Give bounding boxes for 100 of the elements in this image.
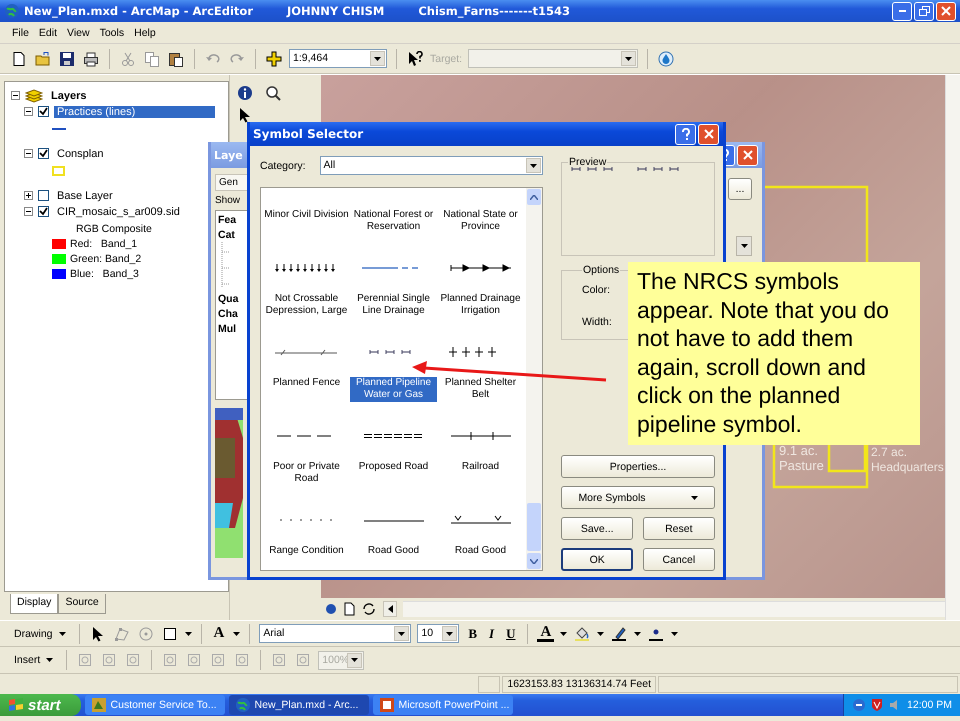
symbol-name[interactable]: Railroad: [460, 461, 500, 486]
refresh-icon[interactable]: [361, 601, 377, 617]
taskbar-button[interactable]: New_Plan.mxd - Arc...: [228, 695, 369, 715]
symbol-name[interactable]: Planned Drainage Irrigation: [437, 293, 524, 318]
dialog-button[interactable]: Save...: [561, 517, 634, 540]
list-heading: Cat: [218, 229, 236, 241]
checkbox[interactable]: [38, 148, 49, 159]
browse-button[interactable]: ...: [728, 178, 752, 200]
help-pointer-icon[interactable]: [407, 50, 423, 66]
menu-item[interactable]: Tools: [100, 26, 124, 38]
layer-name[interactable]: CIR_mosaic_s_ar009.sid: [54, 206, 183, 218]
info-icon[interactable]: [237, 85, 253, 101]
dialog-button[interactable]: More Symbols: [561, 486, 715, 509]
help-button[interactable]: [675, 124, 696, 144]
new-file-icon[interactable]: [11, 50, 27, 66]
collapse-icon[interactable]: [24, 149, 33, 158]
print-icon[interactable]: [83, 50, 99, 66]
symbol-name[interactable]: Road Good: [366, 545, 420, 570]
scroll-left-button[interactable]: [383, 601, 397, 617]
collapse-icon[interactable]: [24, 107, 33, 116]
symbol-name[interactable]: Poor or Private Road: [263, 461, 350, 486]
close-button[interactable]: [936, 2, 956, 20]
dialog-title: Laye: [214, 148, 243, 162]
paste-icon[interactable]: [168, 50, 184, 66]
fill-bucket-icon[interactable]: [574, 626, 590, 642]
dropdown-button[interactable]: [621, 51, 636, 66]
rectangle-icon[interactable]: [162, 626, 178, 642]
vertical-scrollbar[interactable]: [526, 188, 542, 570]
scale-combo[interactable]: 1:9,464: [289, 49, 387, 68]
scroll-down-button[interactable]: [527, 553, 541, 569]
caret-icon: [446, 632, 454, 636]
open-folder-icon[interactable]: [35, 50, 51, 66]
text-tool-button[interactable]: A: [210, 625, 228, 642]
checkbox[interactable]: [38, 190, 49, 201]
taskbar-button[interactable]: Microsoft PowerPoint ...: [372, 695, 513, 715]
close-button[interactable]: [698, 124, 719, 144]
horizontal-scrollbar[interactable]: [403, 601, 945, 617]
layer-name[interactable]: Consplan: [54, 148, 106, 160]
menu-item[interactable]: View: [67, 26, 90, 38]
symbol-name[interactable]: Road Good: [454, 545, 508, 570]
collapse-icon[interactable]: [11, 91, 20, 100]
symbol-name[interactable]: Proposed Road: [358, 461, 430, 486]
menu-item[interactable]: File: [12, 26, 29, 38]
symbol-name[interactable]: National State or Province: [437, 209, 524, 234]
scroll-thumb[interactable]: [527, 503, 541, 551]
dialog-button[interactable]: Cancel: [642, 548, 715, 571]
bold-button[interactable]: B: [465, 626, 480, 642]
dropdown-button[interactable]: [370, 51, 385, 66]
dropdown-button[interactable]: [394, 626, 410, 641]
globe-icon[interactable]: [325, 603, 337, 615]
minimize-button[interactable]: [892, 2, 912, 20]
menu-item[interactable]: Help: [134, 26, 156, 38]
dialog-button[interactable]: OK: [561, 548, 634, 571]
layer-name[interactable]: Practices (lines): [54, 106, 216, 118]
font-combo[interactable]: Arial: [259, 624, 412, 643]
drawing-menu-button[interactable]: Drawing: [10, 626, 70, 642]
menu-item[interactable]: Edit: [38, 26, 58, 38]
symbol-name[interactable]: Not Crossable Depression, Large: [263, 293, 350, 318]
checkbox[interactable]: [38, 106, 49, 117]
save-icon[interactable]: [59, 50, 75, 66]
symbol-name[interactable]: Minor Civil Division: [263, 209, 350, 234]
symbol-name[interactable]: Planned Pipeline Water or Gas: [350, 377, 437, 402]
network-icon[interactable]: [852, 698, 866, 712]
dialog-button[interactable]: Properties...: [561, 455, 715, 478]
dropdown-button[interactable]: [526, 158, 541, 173]
italic-button[interactable]: I: [486, 626, 498, 642]
add-data-icon[interactable]: [266, 50, 282, 66]
page-icon[interactable]: [343, 602, 355, 616]
insert-menu-button[interactable]: Insert: [10, 652, 58, 668]
layer-group-name[interactable]: Layers: [48, 90, 90, 102]
map-label: 2.7 ac. Headquarters: [871, 445, 944, 475]
collapse-icon[interactable]: [24, 207, 33, 216]
category-combo[interactable]: All: [320, 156, 543, 175]
font-size-combo[interactable]: 10: [417, 624, 460, 643]
symbol-name[interactable]: Planned Shelter Belt: [437, 377, 524, 402]
tab[interactable]: Display: [10, 594, 58, 614]
vertical-scrollbar[interactable]: [945, 75, 960, 620]
expand-icon[interactable]: [24, 191, 33, 200]
symbol-name[interactable]: Perennial Single Line Drainage: [350, 293, 437, 318]
dialog-button[interactable]: Reset: [642, 517, 715, 540]
checkbox[interactable]: [38, 206, 49, 217]
underline-button[interactable]: U: [503, 626, 518, 642]
font-color-button[interactable]: A: [537, 626, 554, 642]
zoom-in-icon[interactable]: [265, 85, 281, 101]
dropdown-button[interactable]: [736, 236, 752, 256]
symbol-name[interactable]: National Forest or Reservation: [350, 209, 437, 234]
coordinates-readout: 1623153.83 13136314.74 Feet: [502, 676, 656, 692]
symbol-name[interactable]: Planned Fence: [272, 377, 342, 402]
pen-icon[interactable]: [611, 626, 628, 642]
shield-icon[interactable]: [871, 698, 884, 712]
layer-name[interactable]: Base Layer: [54, 190, 116, 202]
caret-icon: [184, 632, 192, 636]
copy-icon[interactable]: [144, 50, 160, 66]
dropdown-button[interactable]: [442, 626, 458, 641]
water-drop-icon[interactable]: [658, 50, 674, 66]
maximize-button[interactable]: [914, 2, 934, 20]
taskbar-button[interactable]: Customer Service To...: [84, 695, 225, 715]
scroll-up-button[interactable]: [527, 189, 541, 205]
tab[interactable]: Source: [58, 594, 106, 614]
symbol-name[interactable]: Range Condition: [268, 545, 345, 570]
